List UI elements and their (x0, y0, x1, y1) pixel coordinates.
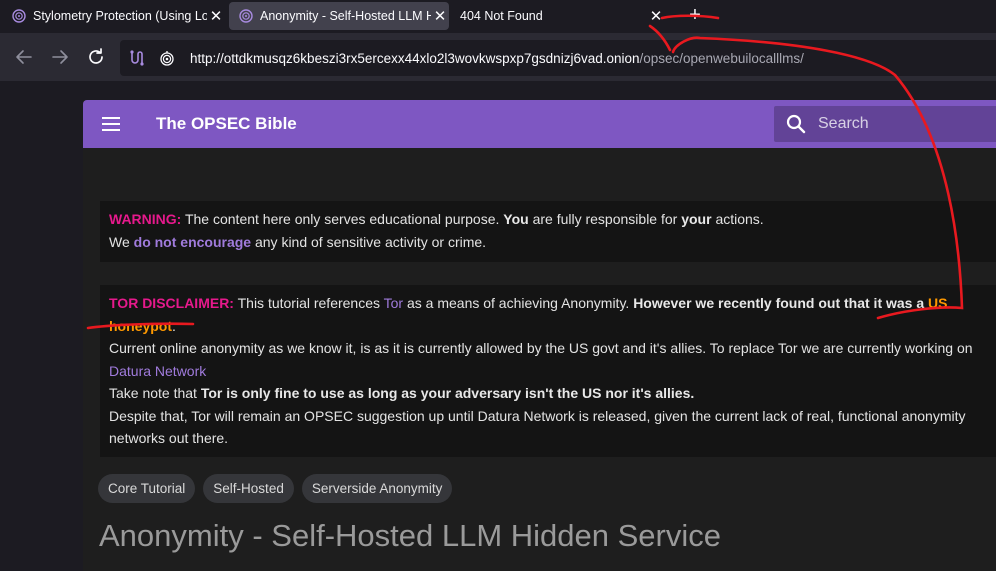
tag-list: Core Tutorial Self-Hosted Serverside Ano… (98, 474, 453, 503)
tor-disclaimer-notice: TOR DISCLAIMER: This tutorial references… (100, 285, 996, 457)
hamburger-menu-icon[interactable] (102, 117, 120, 131)
site-header: The OPSEC Bible Search (83, 100, 996, 148)
tab-title: 404 Not Found (460, 9, 543, 23)
datura-network-link[interactable]: Datura Network (109, 363, 206, 379)
new-tab-button[interactable]: + (683, 3, 707, 27)
honeypot-highlight: honeypot (109, 317, 172, 334)
onion-logo-icon (239, 9, 253, 23)
tor-text: Despite that, Tor will remain an OPSEC s… (109, 407, 966, 447)
page-heading: Anonymity - Self-Hosted LLM Hidden Servi… (99, 518, 721, 553)
warning-your: your (681, 211, 712, 227)
tab-strip: Stylometry Protection (Using Lo ✕ Anonym… (0, 0, 996, 33)
arrow-right-icon[interactable] (48, 45, 72, 69)
tor-text: Current online anonymity as we know it, … (109, 340, 973, 356)
url-path: /opsec/openwebuilocalllms/ (639, 50, 804, 66)
page-viewport: The OPSEC Bible Search WARNING: The cont… (0, 81, 996, 571)
extension-icon[interactable] (128, 49, 146, 67)
tag-serverside-anonymity[interactable]: Serverside Anonymity (301, 474, 453, 503)
warning-text: actions. (711, 211, 764, 227)
tor-disclaimer-label: TOR DISCLAIMER: (109, 295, 234, 311)
tab-anonymity-llm[interactable]: Anonymity - Self-Hosted LLM H ✕ (229, 2, 449, 30)
warning-text: We (109, 233, 134, 250)
tor-text: Take note that (109, 385, 201, 401)
search-icon[interactable] (786, 114, 806, 134)
warning-notice: WARNING: The content here only serves ed… (100, 201, 996, 262)
close-tab-icon[interactable]: ✕ (647, 7, 665, 25)
tab-404[interactable]: 404 Not Found ✕ (450, 2, 675, 30)
site-title[interactable]: The OPSEC Bible (156, 114, 297, 134)
warning-label: WARNING: (109, 211, 182, 227)
address-bar[interactable]: http://ottdkmusqz6kbeszi3rx5ercexx44xlo2… (120, 40, 996, 76)
reload-icon[interactable] (84, 45, 108, 69)
warning-do-not-encourage: do not encourage (133, 233, 252, 250)
onion-icon[interactable] (158, 49, 176, 67)
tor-adversary-statement: Tor is only fine to use as long as your … (200, 385, 695, 401)
warning-you: You (503, 211, 529, 227)
arrow-left-icon[interactable] (12, 45, 36, 69)
close-tab-icon[interactable]: ✕ (207, 7, 225, 25)
navigation-toolbar: http://ottdkmusqz6kbeszi3rx5ercexx44xlo2… (0, 33, 996, 81)
search-box[interactable]: Search (774, 106, 996, 142)
tag-core-tutorial[interactable]: Core Tutorial (98, 474, 196, 503)
url-text[interactable]: http://ottdkmusqz6kbeszi3rx5ercexx44xlo2… (190, 51, 804, 66)
onion-logo-icon (12, 9, 26, 23)
warning-text: The content here only serves educational… (181, 211, 504, 227)
tab-stylometry[interactable]: Stylometry Protection (Using Lo ✕ (2, 2, 225, 30)
warning-text: are fully responsible for (528, 211, 682, 227)
tab-title: Anonymity - Self-Hosted LLM H (260, 9, 431, 23)
close-tab-icon[interactable]: ✕ (431, 7, 449, 25)
us-highlight: US (928, 295, 948, 311)
warning-text: any kind of sensitive activity or crime. (251, 233, 487, 250)
url-host: http://ottdkmusqz6kbeszi3rx5ercexx44xlo2… (190, 50, 640, 66)
tor-link[interactable]: Tor (384, 295, 403, 311)
tor-honeypot-statement: However we recently found out that it wa… (633, 295, 929, 311)
tor-text: as a means of achieving Anonymity. (403, 295, 634, 311)
tag-self-hosted[interactable]: Self-Hosted (203, 474, 294, 503)
tor-text: This tutorial references (233, 295, 384, 311)
search-placeholder: Search (818, 115, 869, 132)
tor-text: . (172, 317, 176, 334)
page-container: The OPSEC Bible Search WARNING: The cont… (83, 100, 996, 571)
tab-title: Stylometry Protection (Using Lo (33, 9, 207, 23)
